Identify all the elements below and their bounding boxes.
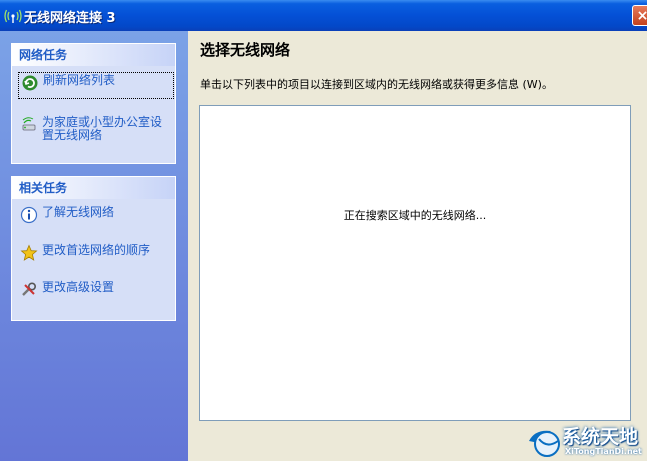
watermark-logo: 系统天地 XiTongTianDi.net — [525, 420, 647, 461]
refresh-icon — [22, 75, 38, 91]
task-sidebar: 网络任务 刷新网络列表 为家庭或小型办公室设置无线网络 相关任务 了解无线网络 … — [0, 31, 188, 461]
advanced-settings-icon — [22, 282, 37, 296]
watermark-globe-icon — [529, 430, 560, 457]
change-preferred-order-label: 更改首选网络的顺序 — [42, 243, 151, 257]
watermark-url: XiTongTianDi.net — [565, 447, 642, 456]
wireless-icon — [4, 9, 22, 23]
window-title: 无线网络连接 3 — [24, 11, 116, 26]
star-icon — [20, 244, 38, 261]
page-title: 选择无线网络 — [200, 41, 291, 59]
refresh-network-list-label: 刷新网络列表 — [43, 73, 116, 87]
close-button[interactable]: × — [632, 5, 647, 26]
related-tasks-header: 相关任务 — [12, 177, 175, 199]
learn-wireless-link[interactable]: 了解无线网络 — [20, 206, 167, 224]
network-tasks-header: 网络任务 — [12, 44, 175, 66]
title-bar[interactable]: 无线网络连接 3 × — [0, 0, 647, 31]
setup-home-network-link[interactable]: 为家庭或小型办公室设置无线网络 — [20, 116, 167, 142]
main-content: 选择无线网络 单击以下列表中的项目以连接到区域内的无线网络或获得更多信息 (W)… — [188, 31, 647, 461]
learn-wireless-label: 了解无线网络 — [42, 205, 115, 219]
close-icon: × — [636, 8, 647, 24]
info-icon — [20, 206, 38, 224]
wireless-network-list[interactable]: 正在搜索区域中的无线网络... — [199, 105, 631, 421]
watermark-title: 系统天地 — [562, 426, 639, 448]
refresh-network-list-link[interactable]: 刷新网络列表 — [18, 72, 174, 99]
related-tasks-panel: 相关任务 了解无线网络 更改首选网络的顺序 更改高级设置 — [11, 176, 176, 321]
searching-status-text: 正在搜索区域中的无线网络... — [343, 209, 487, 222]
network-tasks-panel: 网络任务 刷新网络列表 为家庭或小型办公室设置无线网络 — [11, 43, 176, 164]
change-preferred-order-link[interactable]: 更改首选网络的顺序 — [20, 244, 167, 262]
instruction-text: 单击以下列表中的项目以连接到区域内的无线网络或获得更多信息 (W)。 — [200, 78, 553, 91]
setup-home-network-label: 为家庭或小型办公室设置无线网络 — [42, 115, 163, 142]
network-setup-icon — [22, 117, 36, 131]
change-advanced-settings-label: 更改高级设置 — [42, 280, 115, 294]
change-advanced-settings-link[interactable]: 更改高级设置 — [20, 281, 167, 299]
